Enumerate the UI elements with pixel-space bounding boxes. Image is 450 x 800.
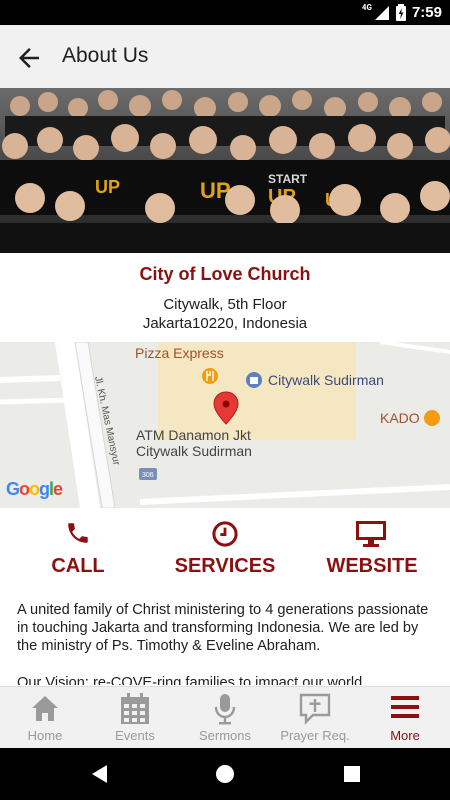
nav-events-label: Events <box>115 728 155 743</box>
bottom-navigation: Home Events Sermons Prayer Req. More <box>0 686 450 748</box>
home-circle-icon[interactable] <box>213 762 237 786</box>
address-line-2: Jakarta10220, Indonesia <box>142 315 308 332</box>
nav-sermons[interactable]: Sermons <box>180 687 270 748</box>
menu-icon <box>391 696 419 718</box>
church-photo: UP UP START UP UP <box>0 88 450 253</box>
page-title: About Us <box>62 44 149 67</box>
website-button[interactable]: WEBSITE <box>297 520 447 582</box>
description-paragraph: A united family of Christ ministering to… <box>17 602 429 655</box>
phone-icon <box>68 523 88 543</box>
network-type: 4G <box>361 3 372 12</box>
svg-text:UP: UP <box>95 177 120 197</box>
nav-more-label: More <box>390 728 420 743</box>
nav-more[interactable]: More <box>360 687 450 748</box>
nav-home-label: Home <box>27 728 63 743</box>
back-triangle-icon[interactable] <box>88 762 112 786</box>
nav-home[interactable]: Home <box>0 687 90 748</box>
battery-icon <box>395 4 406 21</box>
nav-prayer-request[interactable]: Prayer Req. <box>270 687 360 748</box>
services-button[interactable]: SERVICES <box>150 520 300 582</box>
call-button[interactable]: CALL <box>3 520 153 582</box>
address-line-1: Citywalk, 5th Floor <box>163 296 287 313</box>
church-name: City of Love Church <box>139 264 311 284</box>
status-time: 7:59 <box>411 4 442 21</box>
call-label: CALL <box>51 555 105 577</box>
svg-text:e: e <box>53 479 63 499</box>
services-label: SERVICES <box>174 555 276 577</box>
poi-atm-line2: Citywalk Sudirman <box>136 443 252 459</box>
clock-icon <box>212 521 238 547</box>
arrow-back-icon <box>19 48 39 68</box>
system-navigation-bar <box>0 748 450 800</box>
svg-text:G: G <box>6 479 20 499</box>
home-icon <box>32 696 58 721</box>
monitor-icon <box>356 521 386 547</box>
google-logo: G o o g l e <box>6 479 63 499</box>
status-bar: 4G 7:59 <box>0 0 450 25</box>
nav-events[interactable]: Events <box>90 687 180 748</box>
prayer-bubble-icon <box>299 693 331 725</box>
church-description: A united family of Christ ministering to… <box>17 601 442 685</box>
nav-prayer-label: Prayer Req. <box>280 728 350 743</box>
website-label: WEBSITE <box>326 555 418 577</box>
app-bar: About Us <box>0 25 450 88</box>
poi-pizza-express: Pizza Express <box>135 345 224 361</box>
poi-citywalk-sudirman: Citywalk Sudirman <box>268 372 384 388</box>
microphone-icon <box>214 694 236 725</box>
back-button[interactable] <box>14 43 44 73</box>
poi-atm-line1: ATM Danamon Jkt <box>136 427 251 443</box>
poi-kado: KADO <box>380 410 420 426</box>
calendar-icon <box>121 693 149 724</box>
nav-sermons-label: Sermons <box>198 728 252 743</box>
vision-paragraph: Our Vision: re-COVE-ring families to imp… <box>17 674 367 685</box>
signal-icon <box>374 5 389 20</box>
recents-square-icon[interactable] <box>340 762 364 786</box>
road-badge: 306 <box>142 472 154 479</box>
svg-text:START: START <box>268 172 308 186</box>
location-map[interactable]: 306 Jl. Kh. Mas Mansyur Pizza Express Ci… <box>0 342 450 508</box>
